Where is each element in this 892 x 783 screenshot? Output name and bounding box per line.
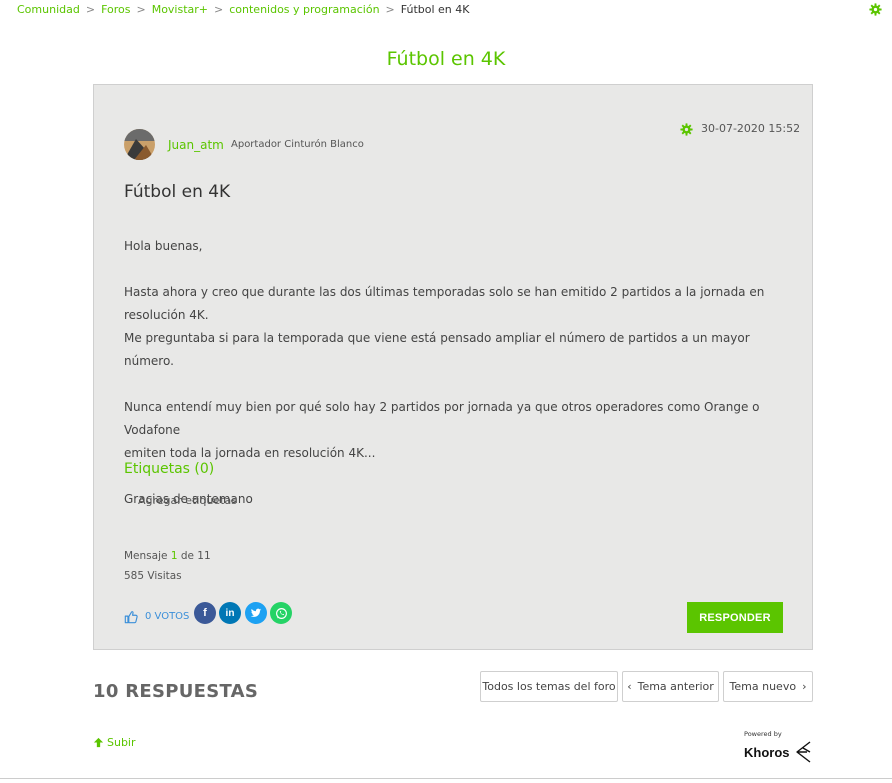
- next-topic-label: Tema nuevo: [729, 680, 797, 693]
- breadcrumb-link-contenidos[interactable]: contenidos y programación: [229, 3, 379, 16]
- page-title: Fútbol en 4K: [386, 48, 506, 70]
- post-line: Me preguntaba si para la temporada que v…: [124, 331, 750, 368]
- back-to-top-link[interactable]: Subir: [93, 736, 136, 749]
- breadcrumb-separator: >: [214, 3, 224, 16]
- add-tags-link[interactable]: Agregar etiquetas: [138, 494, 237, 507]
- arrow-up-icon: [93, 737, 104, 748]
- chevron-right-icon: ›: [802, 680, 807, 693]
- message-counter-prefix: Mensaje: [124, 550, 168, 562]
- gear-icon[interactable]: [869, 3, 882, 16]
- breadcrumb-separator: >: [385, 3, 395, 16]
- vote-count[interactable]: 0 VOTOS: [145, 611, 189, 622]
- next-topic-button[interactable]: Tema nuevo ›: [723, 671, 813, 702]
- back-to-top-label: Subir: [107, 736, 136, 749]
- breadcrumb-link-movistar[interactable]: Movistar+: [152, 3, 208, 16]
- gear-icon[interactable]: [680, 123, 693, 136]
- breadcrumb-link-foros[interactable]: Foros: [101, 3, 130, 16]
- breadcrumb-separator: >: [85, 3, 96, 16]
- previous-topic-button[interactable]: ‹ Tema anterior: [622, 671, 719, 702]
- previous-topic-label: Tema anterior: [637, 680, 714, 693]
- post-subject: Fútbol en 4K: [124, 182, 231, 202]
- khoros-mark-icon: [795, 741, 810, 763]
- linkedin-share-icon[interactable]: in: [219, 602, 241, 624]
- post-line: Hasta ahora y creo que durante las dos ú…: [124, 285, 765, 322]
- breadcrumb-separator: >: [136, 3, 146, 16]
- avatar[interactable]: [124, 129, 155, 160]
- facebook-share-icon[interactable]: f: [194, 602, 216, 624]
- message-number: 1: [170, 550, 178, 562]
- post-paragraph: Hasta ahora y creo que durante las dos ú…: [124, 281, 794, 373]
- twitter-share-icon[interactable]: [245, 602, 267, 624]
- thumbs-up-icon[interactable]: [124, 610, 138, 624]
- twitter-bird-icon: [250, 608, 262, 617]
- breadcrumb: Comunidad > Foros > Movistar+ > contenid…: [17, 3, 470, 16]
- tags-heading: Etiquetas (0): [124, 461, 215, 477]
- powered-by-text: Powered by: [744, 730, 782, 738]
- post-card: Juan_atm Aportador Cinturón Blanco 30-07…: [93, 84, 813, 650]
- post-line: emiten toda la jornada en resolución 4K.…: [124, 446, 376, 460]
- khoros-logo[interactable]: Khoros: [744, 741, 813, 763]
- message-counter: Mensaje 1 de 11: [124, 550, 211, 562]
- post-line: Nunca entendí muy bien por qué solo hay …: [124, 400, 760, 437]
- all-topics-button[interactable]: Todos los temas del foro: [480, 671, 618, 702]
- breadcrumb-current: Fútbol en 4K: [400, 3, 470, 16]
- author-name[interactable]: Juan_atm: [168, 138, 224, 152]
- khoros-wordmark: Khoros: [744, 744, 790, 760]
- post-date: 30-07-2020 15:52: [701, 122, 801, 135]
- whatsapp-share-icon[interactable]: [270, 602, 292, 624]
- post-body: Hola buenas, Hasta ahora y creo que dura…: [124, 235, 794, 534]
- chevron-left-icon: ‹: [627, 680, 632, 693]
- author-rank: Aportador Cinturón Blanco: [231, 139, 364, 150]
- breadcrumb-link-comunidad[interactable]: Comunidad: [17, 3, 80, 16]
- reply-button[interactable]: RESPONDER: [687, 602, 783, 633]
- view-count: 585 Visitas: [124, 570, 182, 582]
- post-paragraph: Hola buenas,: [124, 239, 203, 253]
- message-counter-suffix: de 11: [180, 550, 211, 562]
- whatsapp-phone-icon: [275, 607, 287, 619]
- footer-divider: [0, 778, 892, 779]
- post-paragraph: Nunca entendí muy bien por qué solo hay …: [124, 396, 794, 465]
- replies-count: 10 RESPUESTAS: [93, 681, 259, 702]
